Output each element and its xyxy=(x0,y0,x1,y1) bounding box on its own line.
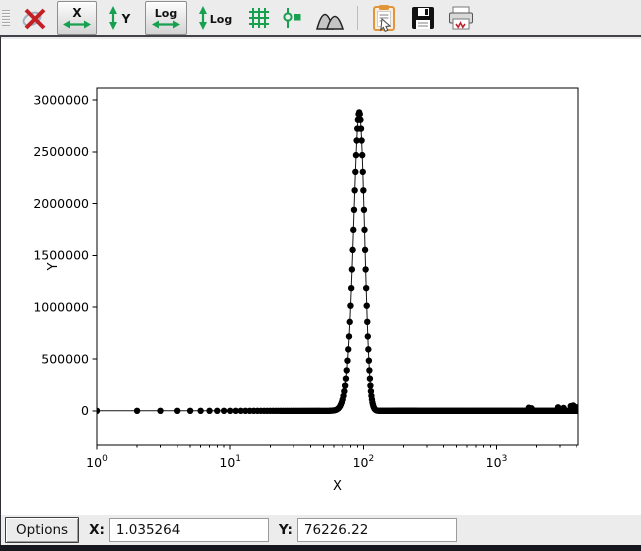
svg-text:Log: Log xyxy=(155,7,177,20)
fit-button[interactable] xyxy=(313,1,347,35)
options-button[interactable]: Options xyxy=(5,517,79,543)
svg-text:3000000: 3000000 xyxy=(33,92,89,107)
svg-text:2500000: 2500000 xyxy=(33,144,89,159)
log-y-toggle[interactable]: Log xyxy=(193,1,237,35)
toolbar-separator xyxy=(357,6,358,30)
save-button[interactable] xyxy=(408,1,438,35)
clear-curves-button[interactable] xyxy=(19,1,51,35)
svg-text:Y: Y xyxy=(121,12,131,26)
x-axis-label: X xyxy=(333,479,342,494)
chart[interactable]: 0 500000 1000000 1500000 2000000 2500000 30000… xyxy=(1,39,641,515)
cursor-y-value[interactable] xyxy=(297,518,457,542)
svg-text:102: 102 xyxy=(353,454,375,470)
log-x-icon: Log xyxy=(147,4,185,32)
svg-text:X: X xyxy=(72,6,82,20)
svg-text:103: 103 xyxy=(486,454,508,470)
fit-peaks-icon xyxy=(315,5,345,31)
x-autoscale-icon: X xyxy=(59,4,95,32)
toolbar: X Y Log xyxy=(0,0,641,37)
svg-text:2000000: 2000000 xyxy=(33,196,89,211)
log-x-toggle[interactable]: Log xyxy=(145,1,187,35)
red-x-icon xyxy=(21,4,49,32)
svg-text:101: 101 xyxy=(219,454,241,470)
copy-to-clipboard-button[interactable] xyxy=(368,1,402,35)
cursor-x-label: X: xyxy=(89,522,105,538)
toolbar-grip-handle[interactable] xyxy=(2,10,10,26)
svg-text:500000: 500000 xyxy=(41,351,89,366)
grid-toggle[interactable] xyxy=(243,1,273,35)
y-axis-label: Y xyxy=(46,262,61,271)
svg-text:0: 0 xyxy=(81,403,89,418)
cursor-y-label: Y: xyxy=(279,522,293,538)
plot-frame xyxy=(97,88,578,445)
window-bottom-edge xyxy=(0,545,641,551)
plot-canvas[interactable]: 0 500000 1000000 1500000 2000000 2500000 30000… xyxy=(1,39,641,515)
cursor-x-value[interactable] xyxy=(109,518,269,542)
statusbar: Options X: Y: xyxy=(1,515,641,545)
data-series xyxy=(94,109,580,414)
grid-icon xyxy=(245,5,271,31)
floppy-save-icon xyxy=(410,5,436,31)
svg-text:1500000: 1500000 xyxy=(33,248,89,263)
svg-text:1000000: 1000000 xyxy=(33,300,89,315)
plot-window: X Y Log xyxy=(0,0,641,551)
points-toggle[interactable] xyxy=(279,1,307,35)
printer-icon xyxy=(446,5,476,31)
axis-ticks xyxy=(93,100,577,450)
y-autoscale-toggle[interactable]: Y xyxy=(103,1,139,35)
x-autoscale-toggle[interactable]: X xyxy=(57,1,97,35)
svg-text:Log: Log xyxy=(210,13,232,26)
log-y-icon: Log xyxy=(195,4,235,32)
window-left-border xyxy=(0,37,1,551)
print-button[interactable] xyxy=(444,1,478,35)
y-autoscale-icon: Y xyxy=(105,4,137,32)
svg-text:100: 100 xyxy=(86,454,108,470)
clipboard-icon xyxy=(370,3,400,33)
points-icon xyxy=(281,5,305,31)
